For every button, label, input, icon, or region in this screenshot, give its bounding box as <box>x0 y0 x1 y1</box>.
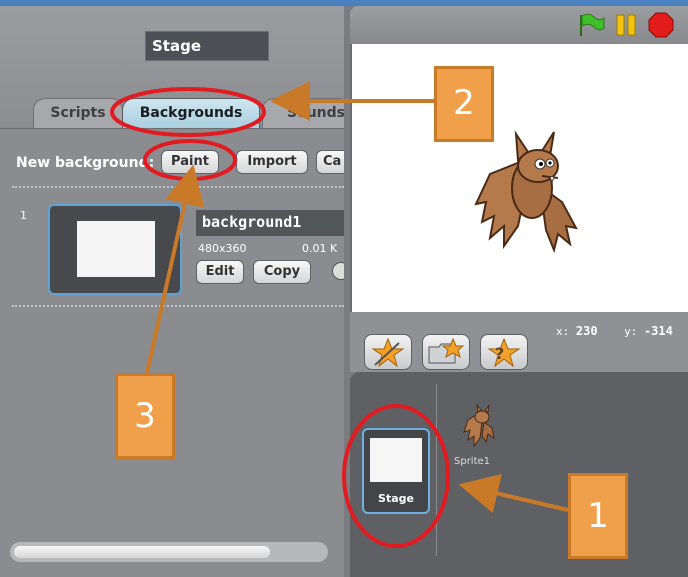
callout-1: 1 <box>568 473 628 559</box>
folder-star-icon <box>428 337 465 364</box>
stop-icon[interactable] <box>648 12 674 38</box>
callout-3: 3 <box>115 373 175 459</box>
random-sprite-button[interactable]: ? <box>480 334 528 370</box>
background-thumbnail[interactable] <box>48 204 182 295</box>
tab-scripts[interactable]: Scripts <box>33 98 123 128</box>
divider <box>12 186 344 188</box>
right-panel: x: 230 y: -314 ? Stage Sprite1 <box>344 6 688 577</box>
tab-backgrounds[interactable]: Backgrounds <box>122 98 260 128</box>
stage-canvas[interactable] <box>350 44 688 312</box>
divider <box>436 384 437 556</box>
sprite1-label: Sprite1 <box>454 456 491 467</box>
edit-button[interactable]: Edit <box>196 260 244 284</box>
mouse-coordinates: x: 230 y: -314 <box>556 324 673 338</box>
background-dimensions: 480x360 <box>198 242 247 255</box>
stage-thumbnail-label: Stage <box>378 492 414 505</box>
background-index: 1 <box>20 209 27 222</box>
tab-sounds[interactable]: Sounds <box>262 98 352 128</box>
bat-sprite[interactable] <box>470 126 586 266</box>
sprite-list-area: Stage Sprite1 <box>350 372 688 577</box>
svg-text:?: ? <box>495 344 504 363</box>
question-star-icon: ? <box>487 337 521 368</box>
backgrounds-pane: New background: Paint Import Ca 1 backgr… <box>0 128 356 577</box>
sprite-toolbar: x: 230 y: -314 ? <box>350 312 688 372</box>
left-panel-header: Stage Scripts Sounds Backgrounds <box>0 6 352 128</box>
stage-thumbnail-image <box>370 438 422 482</box>
import-button[interactable]: Import <box>236 150 308 174</box>
divider <box>12 305 344 307</box>
paint-button[interactable]: Paint <box>161 150 219 174</box>
background-name-field[interactable]: background1 <box>196 210 344 236</box>
scrollbar-thumb[interactable] <box>14 546 270 558</box>
choose-sprite-file-button[interactable] <box>422 334 470 370</box>
stage-name-field[interactable]: Stage <box>145 31 269 61</box>
pause-icon[interactable] <box>614 13 638 37</box>
new-background-label: New background: <box>16 155 155 171</box>
background-thumbnail-image <box>77 221 155 277</box>
horizontal-scrollbar[interactable] <box>10 542 328 562</box>
stage-thumbnail[interactable]: Stage <box>362 428 430 514</box>
copy-button[interactable]: Copy <box>253 260 311 284</box>
stage-toolbar <box>350 6 688 44</box>
left-panel: Stage Scripts Sounds Backgrounds New bac… <box>0 6 356 577</box>
paint-new-sprite-button[interactable] <box>364 334 412 370</box>
paint-star-icon <box>371 337 405 368</box>
background-filesize: 0.01 K <box>302 242 338 255</box>
green-flag-icon[interactable] <box>576 12 606 38</box>
sprite1-thumbnail[interactable] <box>462 404 496 448</box>
callout-2: 2 <box>434 66 494 142</box>
